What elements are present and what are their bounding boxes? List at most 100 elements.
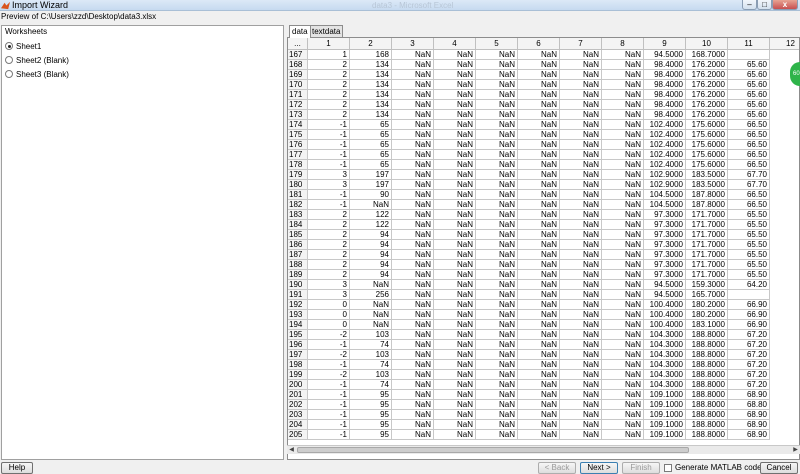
column-header[interactable]: 5 xyxy=(476,38,518,50)
column-header[interactable]: 6 xyxy=(518,38,560,50)
table-cell: NaN xyxy=(434,50,476,60)
column-header[interactable]: 9 xyxy=(644,38,686,50)
row-header[interactable]: 201 xyxy=(288,390,308,400)
column-header[interactable]: 1 xyxy=(308,38,350,50)
row-header[interactable]: 202 xyxy=(288,400,308,410)
sheet-option-sheet1[interactable]: Sheet1 xyxy=(5,40,41,52)
radio-icon[interactable] xyxy=(5,70,13,78)
row-header[interactable]: 196 xyxy=(288,340,308,350)
row-header[interactable]: 203 xyxy=(288,410,308,420)
table-cell: NaN xyxy=(476,260,518,270)
row-header[interactable]: 205 xyxy=(288,430,308,440)
row-header[interactable]: 178 xyxy=(288,160,308,170)
row-header[interactable]: 194 xyxy=(288,320,308,330)
row-header[interactable]: 197 xyxy=(288,350,308,360)
radio-selected-icon[interactable] xyxy=(5,42,13,50)
minimize-button[interactable]: – xyxy=(742,0,757,10)
row-header[interactable]: 172 xyxy=(288,100,308,110)
table-cell: 65 xyxy=(350,120,392,130)
row-header[interactable]: 191 xyxy=(288,290,308,300)
table-cell: NaN xyxy=(560,290,602,300)
row-header[interactable]: 189 xyxy=(288,270,308,280)
cancel-button[interactable]: Cancel xyxy=(760,462,798,474)
column-header[interactable]: 10 xyxy=(686,38,728,50)
table-cell: NaN xyxy=(434,250,476,260)
row-header[interactable]: 192 xyxy=(288,300,308,310)
row-header[interactable]: 199 xyxy=(288,370,308,380)
generate-code-checkbox[interactable] xyxy=(664,464,672,472)
column-header[interactable]: 7 xyxy=(560,38,602,50)
row-header[interactable]: 204 xyxy=(288,420,308,430)
table-cell: NaN xyxy=(518,50,560,60)
scroll-left-icon[interactable]: ◀ xyxy=(287,446,296,454)
table-cell: 65 xyxy=(350,150,392,160)
table-cell: -1 xyxy=(308,140,350,150)
row-header[interactable]: 195 xyxy=(288,330,308,340)
row-header[interactable]: 175 xyxy=(288,130,308,140)
data-grid[interactable]: ... 1 2 3 4 5 6 7 8 9 10 11 12 167 1 168 NaN NaN NaN NaN Na… xyxy=(287,37,800,460)
row-header[interactable]: 174 xyxy=(288,120,308,130)
table-cell: 104.3000 xyxy=(644,340,686,350)
row-header[interactable]: 193 xyxy=(288,310,308,320)
row-header[interactable]: 187 xyxy=(288,250,308,260)
row-header[interactable]: 190 xyxy=(288,280,308,290)
row-header[interactable]: 182 xyxy=(288,200,308,210)
row-header[interactable]: 198 xyxy=(288,360,308,370)
row-header[interactable]: 176 xyxy=(288,140,308,150)
table-row: 202 -1 95 NaN NaN NaN NaN NaN NaN 109.1000 188.800… xyxy=(288,400,799,410)
table-cell: NaN xyxy=(602,260,644,270)
column-header[interactable]: 3 xyxy=(392,38,434,50)
maximize-button[interactable]: □ xyxy=(757,0,772,10)
floating-side-widget[interactable]: 60 xyxy=(790,62,800,86)
row-header[interactable]: 173 xyxy=(288,110,308,120)
column-header[interactable]: 11 xyxy=(728,38,770,50)
close-button[interactable]: x xyxy=(772,0,798,10)
title-bar: Import Wizard data3 - Microsoft Excel – … xyxy=(0,0,800,11)
table-cell: 97.3000 xyxy=(644,270,686,280)
row-header[interactable]: 169 xyxy=(288,70,308,80)
help-button[interactable]: Help xyxy=(1,462,33,474)
row-header[interactable]: 184 xyxy=(288,220,308,230)
row-header[interactable]: 183 xyxy=(288,210,308,220)
back-button[interactable]: < Back xyxy=(538,462,576,474)
table-cell: NaN xyxy=(560,250,602,260)
tab-data[interactable]: data xyxy=(289,25,311,38)
sheet-option-sheet2[interactable]: Sheet2 (Blank) xyxy=(5,54,69,66)
row-header[interactable]: 168 xyxy=(288,60,308,70)
row-header[interactable]: 171 xyxy=(288,90,308,100)
row-header[interactable]: 186 xyxy=(288,240,308,250)
table-row: 174 -1 65 NaN NaN NaN NaN NaN NaN 102.4000 175.600… xyxy=(288,120,799,130)
table-cell: NaN xyxy=(434,230,476,240)
row-header[interactable]: 200 xyxy=(288,380,308,390)
table-cell: NaN xyxy=(476,90,518,100)
table-cell: -1 xyxy=(308,190,350,200)
row-header[interactable]: 177 xyxy=(288,150,308,160)
table-cell: NaN xyxy=(476,230,518,240)
row-header[interactable]: 181 xyxy=(288,190,308,200)
table-cell: NaN xyxy=(518,220,560,230)
next-button[interactable]: Next > xyxy=(580,462,618,474)
row-header[interactable]: 188 xyxy=(288,260,308,270)
row-header[interactable]: 185 xyxy=(288,230,308,240)
table-cell: NaN xyxy=(602,340,644,350)
row-header[interactable]: 170 xyxy=(288,80,308,90)
horizontal-scrollbar[interactable]: ◀ ▶ xyxy=(287,445,800,454)
radio-icon[interactable] xyxy=(5,56,13,64)
row-header[interactable]: 180 xyxy=(288,180,308,190)
table-cell: NaN xyxy=(602,160,644,170)
row-header[interactable]: 179 xyxy=(288,170,308,180)
finish-button[interactable]: Finish xyxy=(622,462,660,474)
scroll-right-icon[interactable]: ▶ xyxy=(791,446,800,454)
table-cell: NaN xyxy=(518,400,560,410)
table-cell: 94.5000 xyxy=(644,290,686,300)
column-header[interactable]: 4 xyxy=(434,38,476,50)
column-header[interactable]: 2 xyxy=(350,38,392,50)
row-header[interactable]: 167 xyxy=(288,50,308,60)
scrollbar-thumb[interactable] xyxy=(297,447,689,453)
tab-textdata[interactable]: textdata xyxy=(309,25,344,37)
table-row: 191 3 256 NaN NaN NaN NaN NaN NaN 94.5000 165.7000 xyxy=(288,290,799,300)
column-header[interactable]: 12 xyxy=(770,38,799,50)
table-cell: NaN xyxy=(434,160,476,170)
column-header[interactable]: 8 xyxy=(602,38,644,50)
sheet-option-sheet3[interactable]: Sheet3 (Blank) xyxy=(5,68,69,80)
